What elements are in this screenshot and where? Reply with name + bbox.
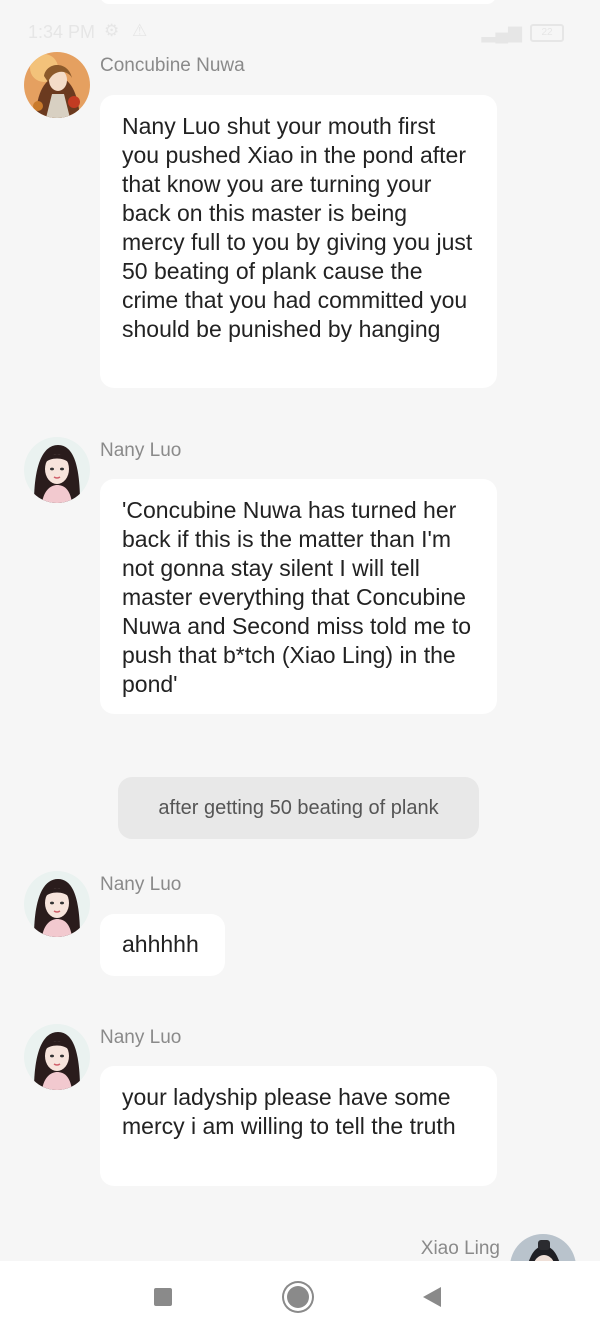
system-notice: after getting 50 beating of plank xyxy=(118,777,479,839)
system-navigation-bar xyxy=(0,1261,600,1333)
triangle-back-icon xyxy=(423,1287,441,1307)
avatar-nany-luo[interactable] xyxy=(24,437,90,503)
sender-name: Xiao Ling xyxy=(420,1238,500,1259)
back-button[interactable] xyxy=(412,1277,452,1317)
sender-name: Nany Luo xyxy=(100,874,182,895)
avatar-nany-luo[interactable] xyxy=(24,871,90,937)
battery-icon: 22 xyxy=(530,23,564,42)
avatar-nany-luo[interactable] xyxy=(24,1024,90,1090)
message-bubble[interactable]: your ladyship please have some mercy i a… xyxy=(100,1066,497,1186)
sender-name: Nany Luo xyxy=(100,440,182,461)
status-bar: 1:34 PM ⚙ ⚠ ▂▄▆ 22 xyxy=(0,0,600,62)
avatar-concubine-nuwa[interactable] xyxy=(24,52,90,118)
message-bubble[interactable]: ahhhhh xyxy=(100,914,225,976)
home-button[interactable] xyxy=(278,1277,318,1317)
warning-icon: ⚠ xyxy=(132,21,148,40)
square-icon xyxy=(154,1288,172,1306)
sender-name: Concubine Nuwa xyxy=(100,55,245,76)
sender-name: Nany Luo xyxy=(100,1027,182,1048)
message-bubble[interactable]: Nany Luo shut your mouth first you pushe… xyxy=(100,95,497,388)
message-bubble[interactable]: 'Concubine Nuwa has turned her back if t… xyxy=(100,479,497,714)
circle-icon xyxy=(287,1286,309,1308)
status-time: 1:34 PM xyxy=(28,22,96,42)
recents-button[interactable] xyxy=(143,1277,183,1317)
status-right-icons: ▂▄▆ 22 xyxy=(482,22,564,43)
settings-icon: ⚙ xyxy=(104,21,120,40)
previous-message-bubble xyxy=(100,0,496,4)
signal-icon: ▂▄▆ xyxy=(481,22,522,42)
